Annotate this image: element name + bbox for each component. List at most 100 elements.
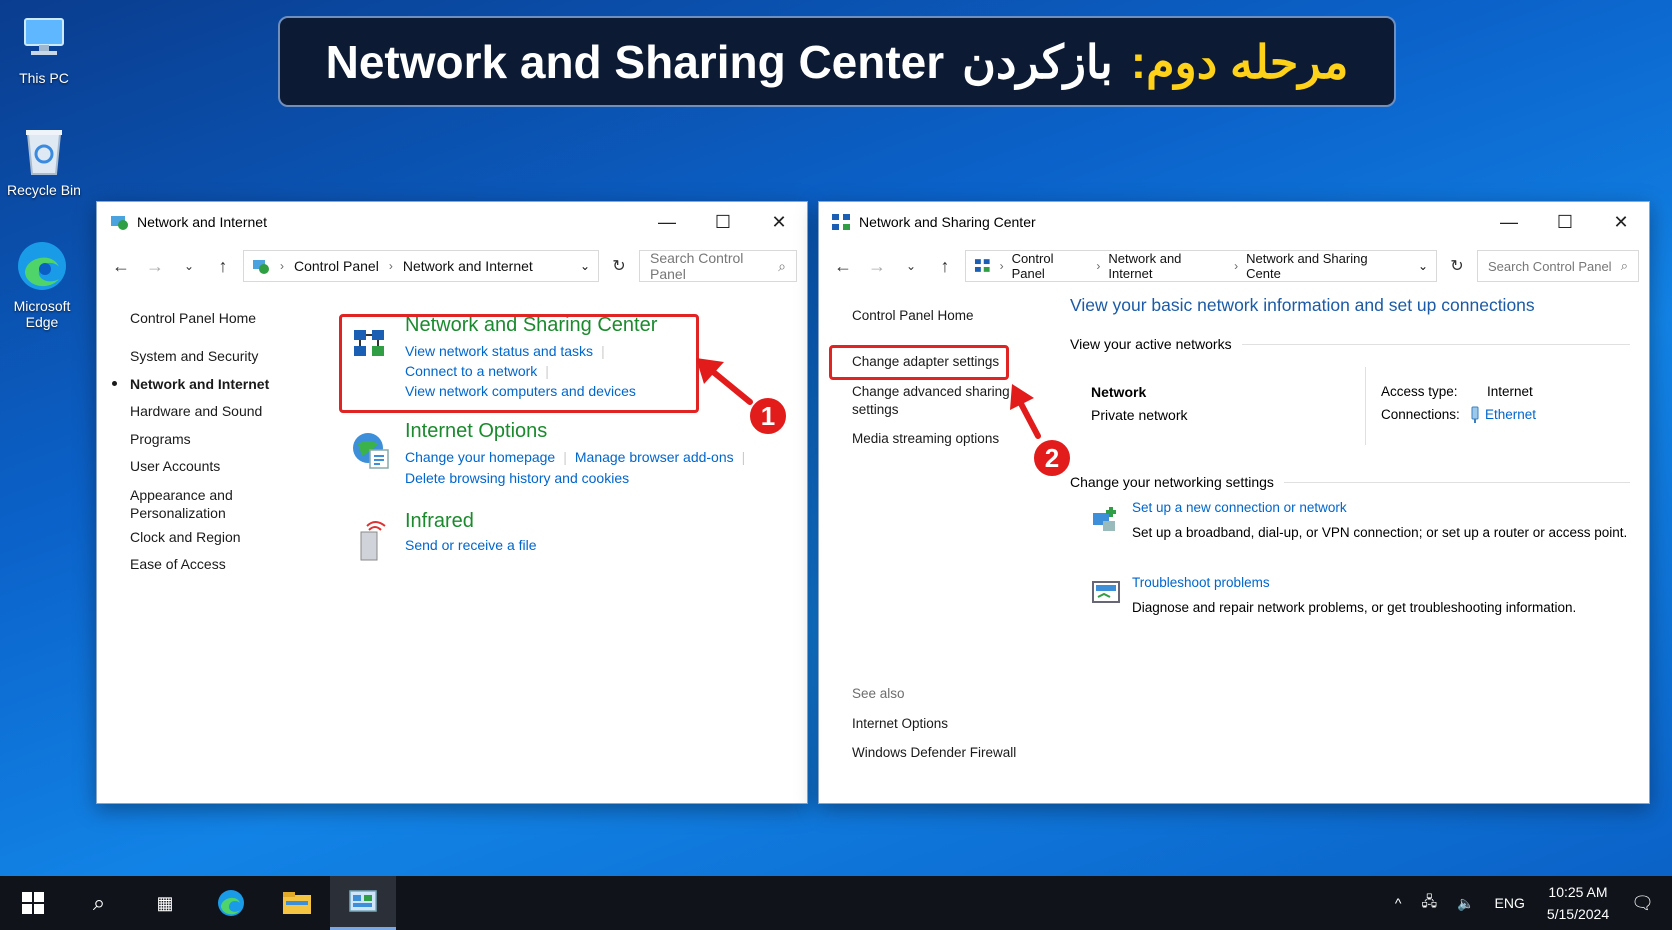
chevron-up-icon[interactable]: ^: [1395, 895, 1402, 911]
internet-options-link[interactable]: Internet Options: [405, 420, 753, 443]
title-bar[interactable]: Network and Sharing Center — ☐ ✕: [819, 202, 1649, 242]
change-settings-text: Change your networking settings: [1070, 474, 1274, 490]
send-receive-file-link[interactable]: Send or receive a file: [405, 537, 537, 553]
edge-icon: [14, 238, 70, 294]
breadcrumb-item[interactable]: Control Panel: [1012, 251, 1089, 281]
chevron-down-icon[interactable]: ⌄: [1418, 259, 1428, 273]
desktop-icon-label: Microsoft Edge: [13, 298, 71, 330]
nav-item-programs[interactable]: Programs: [130, 431, 191, 447]
active-networks-text: View your active networks: [1070, 336, 1232, 352]
minimize-button[interactable]: —: [639, 202, 695, 242]
breadcrumb-item[interactable]: Network and Sharing Cente: [1246, 251, 1402, 281]
address-row: ← → ⌄ ↑ › Control Panel › Network and In…: [819, 242, 1649, 290]
breadcrumb-separator-icon: ›: [388, 259, 393, 273]
desktop-icon-this-pc[interactable]: This PC: [2, 10, 86, 86]
desktop-icon-label: Recycle Bin: [7, 182, 81, 198]
desktop-icon-edge[interactable]: Microsoft Edge: [0, 238, 84, 330]
media-streaming-link[interactable]: Media streaming options: [852, 431, 999, 446]
chevron-down-icon[interactable]: ⌄: [580, 259, 590, 273]
change-homepage-link[interactable]: Change your homepage: [405, 449, 555, 465]
breadcrumb-item[interactable]: Control Panel: [294, 258, 379, 274]
change-advanced-sharing-link[interactable]: Change advanced sharing settings: [852, 383, 1012, 419]
breadcrumb-item[interactable]: Network and Internet: [403, 258, 533, 274]
clock-date: 5/15/2024: [1546, 906, 1610, 922]
network-name: Network: [1091, 384, 1147, 400]
nav-item-system-security[interactable]: System and Security: [130, 348, 258, 364]
section-internet-options: Internet Options Change your homepage | Ma…: [405, 420, 753, 489]
back-arrow-icon[interactable]: ←: [829, 256, 857, 277]
up-arrow-icon[interactable]: ↑: [931, 256, 959, 277]
search-taskbar-button[interactable]: ⌕: [66, 876, 132, 930]
refresh-icon[interactable]: ↻: [1443, 256, 1471, 276]
maximize-button[interactable]: ☐: [1537, 202, 1593, 242]
system-tray: ^ 🖧 🔈 ENG 10:25 AM 5/15/2024 🗨: [1385, 876, 1672, 930]
refresh-icon[interactable]: ↻: [605, 256, 633, 276]
red-arrow-icon: [696, 358, 753, 405]
search-icon: ⌕: [92, 890, 106, 915]
search-input[interactable]: Search Control Panel ⌕: [1477, 250, 1639, 282]
breadcrumb-item[interactable]: Network and Internet: [1108, 251, 1226, 281]
troubleshoot-problems-desc: Diagnose and repair network problems, or…: [1132, 600, 1577, 615]
windows-defender-firewall-link[interactable]: Windows Defender Firewall: [852, 745, 1016, 760]
minimize-button[interactable]: —: [1481, 202, 1537, 242]
breadcrumb-separator-icon: ›: [1096, 259, 1101, 273]
ethernet-icon: [1471, 406, 1479, 423]
close-button[interactable]: ✕: [1593, 202, 1649, 242]
title-bar[interactable]: Network and Internet — ☐ ✕: [97, 202, 807, 242]
start-button[interactable]: [0, 876, 66, 930]
desktop-icon-recycle-bin[interactable]: Recycle Bin: [2, 122, 86, 198]
nav-item-ease-of-access[interactable]: Ease of Access: [130, 556, 226, 572]
main-heading: View your basic network information and …: [1070, 295, 1535, 315]
notification-icon[interactable]: 🗨: [1631, 893, 1654, 914]
task-view-icon: ▦: [156, 892, 174, 913]
setup-new-connection-desc: Set up a broadband, dial-up, or VPN conn…: [1132, 525, 1628, 540]
delete-history-link[interactable]: Delete browsing history and cookies: [405, 470, 629, 486]
active-networks-label: View your active networks: [1070, 336, 1630, 352]
task-view-button[interactable]: ▦: [132, 876, 198, 930]
volume-icon[interactable]: 🔈: [1457, 895, 1474, 912]
maximize-button[interactable]: ☐: [695, 202, 751, 242]
infrared-icon: [360, 521, 386, 561]
nav-item-user-accounts[interactable]: User Accounts: [130, 458, 220, 474]
nav-item-hardware-sound[interactable]: Hardware and Sound: [130, 403, 262, 419]
clock[interactable]: 10:25 AM 5/15/2024: [1547, 881, 1609, 925]
network-sharing-icon: [974, 259, 990, 272]
forward-arrow-icon[interactable]: →: [863, 256, 891, 277]
search-icon: ⌕: [778, 257, 786, 274]
control-panel-home-link[interactable]: Control Panel Home: [852, 308, 974, 323]
nav-item-clock-region[interactable]: Clock and Region: [130, 529, 241, 545]
breadcrumb-separator-icon: ›: [999, 259, 1004, 273]
ethernet-link[interactable]: Ethernet: [1485, 407, 1536, 422]
address-bar[interactable]: › Control Panel › Network and Internet ⌄: [243, 250, 599, 282]
address-bar[interactable]: › Control Panel › Network and Internet ›…: [965, 250, 1437, 282]
close-button[interactable]: ✕: [751, 202, 807, 242]
nav-item-network-internet[interactable]: Network and Internet: [130, 376, 269, 392]
setup-new-connection-link[interactable]: Set up a new connection or network: [1132, 500, 1347, 515]
recent-dropdown-icon[interactable]: ⌄: [175, 259, 203, 273]
network-sharing-center-window: Network and Sharing Center — ☐ ✕ ← → ⌄ ↑…: [818, 201, 1650, 804]
banner-english-text: Network and Sharing Center: [325, 35, 945, 88]
nav-item-appearance[interactable]: Appearance and Personalization: [130, 486, 240, 522]
forward-arrow-icon[interactable]: →: [141, 256, 169, 277]
recent-dropdown-icon[interactable]: ⌄: [897, 259, 925, 273]
folder-icon: [283, 892, 311, 914]
internet-options-icon: [353, 433, 389, 469]
network-type: Private network: [1091, 407, 1188, 423]
control-panel-home-link[interactable]: Control Panel Home: [130, 310, 256, 326]
edge-taskbar-button[interactable]: [198, 876, 264, 930]
control-panel-taskbar-button[interactable]: [330, 876, 396, 930]
search-input[interactable]: Search Control Panel ⌕: [639, 250, 797, 282]
infrared-link[interactable]: Infrared: [405, 510, 537, 533]
back-arrow-icon[interactable]: ←: [107, 256, 135, 277]
manage-addons-link[interactable]: Manage browser add-ons: [575, 449, 734, 465]
troubleshoot-problems-link[interactable]: Troubleshoot problems: [1132, 575, 1270, 590]
computer-icon: [16, 10, 72, 66]
language-indicator[interactable]: ENG: [1495, 895, 1525, 911]
divider: [1365, 367, 1366, 445]
up-arrow-icon[interactable]: ↑: [209, 256, 237, 277]
file-explorer-button[interactable]: [264, 876, 330, 930]
network-icon[interactable]: 🖧: [1421, 891, 1437, 915]
window-title: Network and Internet: [137, 214, 267, 230]
search-placeholder: Search Control Panel: [650, 250, 744, 282]
internet-options-link[interactable]: Internet Options: [852, 716, 948, 731]
